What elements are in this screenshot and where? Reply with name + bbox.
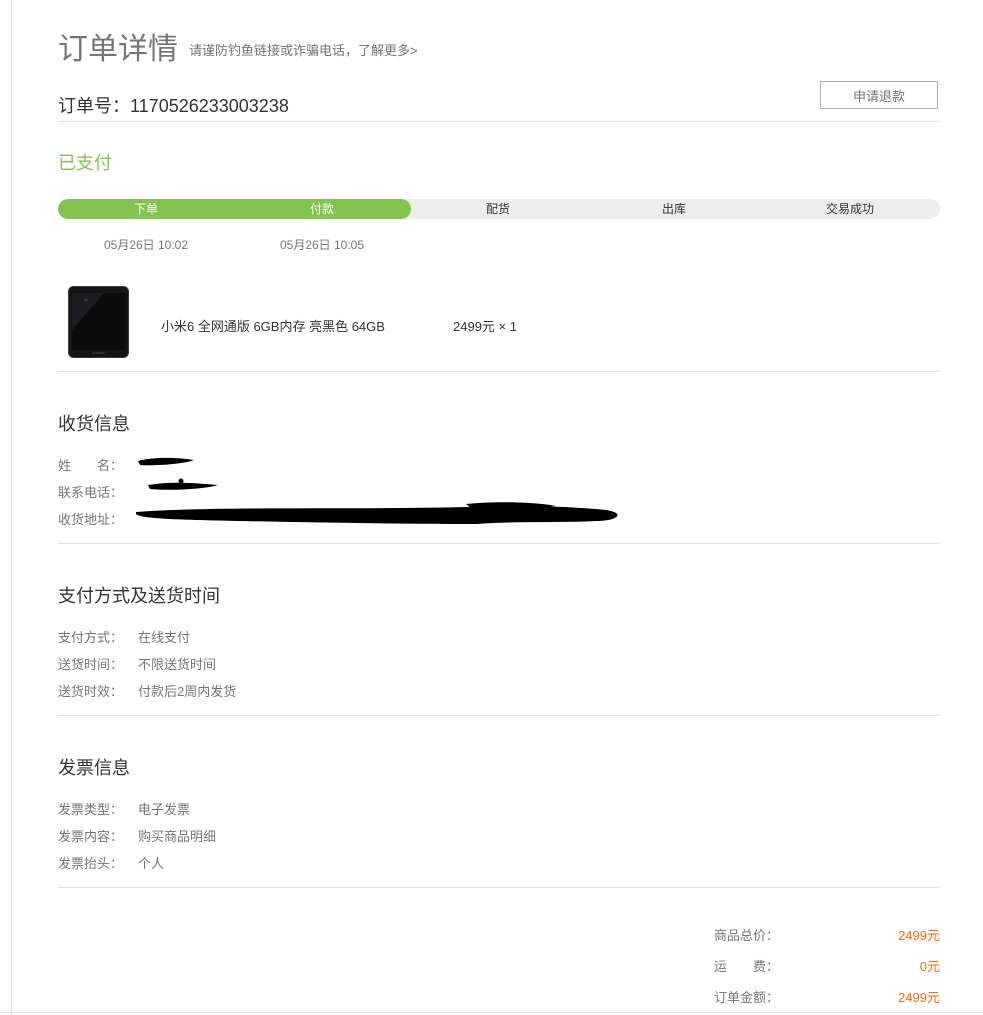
recipient-phone-row: 联系电话： <box>58 482 138 501</box>
delivery-lead-time-row: 送货时效： 付款后2周内发货 <box>58 681 236 700</box>
divider <box>58 121 940 122</box>
recipient-address-row: 收货地址： <box>58 509 138 528</box>
payment-method-value: 在线支付 <box>138 630 191 645</box>
progress-time-order-placed: 05月26日 10:02 <box>103 238 189 252</box>
bottom-border <box>0 1012 983 1013</box>
recipient-name-row: 姓 名： <box>58 455 138 474</box>
refund-button[interactable]: 申请退款 <box>820 81 938 109</box>
subtotal-row: 商品总价： 2499元 <box>714 925 940 944</box>
invoice-type-row: 发票类型： 电子发票 <box>58 799 190 818</box>
order-progress-bar: 下单 付款 配货 出库 交易成功 <box>58 199 940 219</box>
invoice-content-row: 发票内容： 购买商品明细 <box>58 826 216 845</box>
progress-step-shipped: 出库 <box>661 202 686 216</box>
invoice-type-value: 电子发票 <box>138 802 191 817</box>
shipping-fee-row: 运 费： 0元 <box>714 956 940 975</box>
divider <box>58 543 940 544</box>
order-total-label: 订单金额： <box>714 990 780 1005</box>
payment-delivery-title: 支付方式及送货时间 <box>58 586 220 606</box>
product-name[interactable]: 小米6 全网通版 6GB内存 亮黑色 64GB <box>161 316 385 335</box>
payment-method-row: 支付方式： 在线支付 <box>58 627 190 646</box>
order-total-amount: 2499元 <box>898 990 940 1005</box>
invoice-content-value: 购买商品明细 <box>138 829 217 844</box>
recipient-phone-label: 联系电话： <box>58 485 124 500</box>
page-title: 订单详情 <box>58 33 178 66</box>
payment-method-label: 支付方式： <box>58 630 124 645</box>
recipient-name-label: 姓 名： <box>58 458 124 473</box>
phone-product-image[interactable] <box>68 286 129 358</box>
shipping-fee-label: 运 费： <box>714 959 780 974</box>
invoice-title-value: 个人 <box>138 856 165 871</box>
divider <box>58 715 940 716</box>
progress-step-picking: 配货 <box>485 202 510 216</box>
progress-step-completed: 交易成功 <box>825 202 874 216</box>
invoice-type-label: 发票类型： <box>58 802 124 817</box>
redaction-marks <box>136 457 618 524</box>
product-price-quantity: 2499元 × 1 <box>453 319 517 334</box>
progress-step-order-placed: 下单 <box>133 202 158 216</box>
subtotal-label: 商品总价： <box>714 928 780 943</box>
shipping-fee-amount: 0元 <box>919 959 940 974</box>
divider <box>58 371 940 372</box>
left-border <box>11 0 12 1015</box>
delivery-lead-time-value: 付款后2周内发货 <box>138 684 237 699</box>
progress-step-paid: 付款 <box>309 202 334 216</box>
order-number: 订单号：1170526233003238 <box>58 96 289 116</box>
order-status: 已支付 <box>58 153 112 173</box>
recipient-address-label: 收货地址： <box>58 512 124 527</box>
delivery-time-value: 不限送货时间 <box>138 657 217 672</box>
delivery-time-row: 送货时间： 不限送货时间 <box>58 654 216 673</box>
invoice-info-title: 发票信息 <box>58 758 130 778</box>
progress-time-paid: 05月26日 10:05 <box>279 238 365 252</box>
divider <box>58 887 940 888</box>
delivery-lead-time-label: 送货时效： <box>58 684 124 699</box>
invoice-title-row: 发票抬头： 个人 <box>58 853 164 872</box>
invoice-content-label: 发票内容： <box>58 829 124 844</box>
subtotal-amount: 2499元 <box>898 928 940 943</box>
shipping-info-title: 收货信息 <box>58 414 130 434</box>
order-total-row: 订单金额： 2499元 <box>714 987 940 1006</box>
anti-fraud-notice-link[interactable]: 请谨防钓鱼链接或诈骗电话，了解更多> <box>189 40 418 59</box>
delivery-time-label: 送货时间： <box>58 657 124 672</box>
invoice-title-label: 发票抬头： <box>58 856 124 871</box>
